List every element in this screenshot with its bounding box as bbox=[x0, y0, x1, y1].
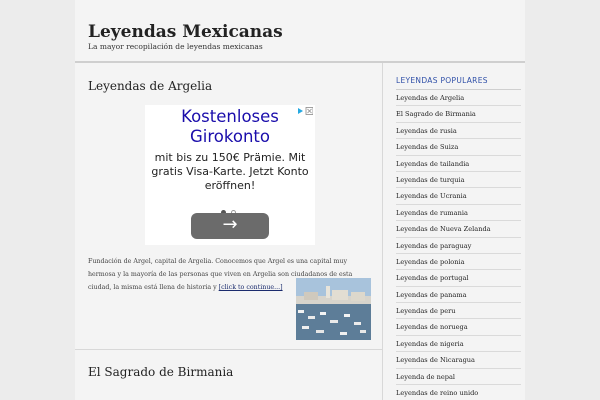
sidebar-item[interactable]: Leyendas de peru bbox=[396, 303, 521, 320]
sidebar-item[interactable]: Leyendas de nigeria bbox=[396, 336, 521, 353]
sidebar-item[interactable]: Leyendas de polonia bbox=[396, 254, 521, 271]
post-title[interactable]: El Sagrado de Birmania bbox=[88, 365, 233, 379]
main-content: Leyendas de Argelia Kostenloses Girokont… bbox=[75, 63, 383, 400]
post-thumbnail-image[interactable] bbox=[296, 278, 371, 340]
post-title[interactable]: Leyendas de Argelia bbox=[88, 79, 212, 93]
site-header: Leyendas Mexicanas La mayor recopilación… bbox=[75, 0, 525, 63]
sidebar-item[interactable]: Leyendas de Nueva Zelanda bbox=[396, 221, 521, 238]
sidebar-item[interactable]: Leyendas de rusia bbox=[396, 123, 521, 140]
ad-arrow-button[interactable]: → bbox=[191, 213, 269, 239]
site-description: La mayor recopilación de leyendas mexica… bbox=[88, 42, 263, 51]
sidebar-item[interactable]: Leyendas de Argelia bbox=[396, 90, 521, 107]
sidebar-item[interactable]: Leyendas de Ucrania bbox=[396, 188, 521, 205]
sidebar-item[interactable]: Leyendas de reino unido bbox=[396, 385, 521, 400]
continue-reading-link[interactable]: [click to continue...] bbox=[219, 284, 283, 291]
popular-posts-list: Leyendas de Argelia El Sagrado de Birman… bbox=[396, 90, 521, 400]
arrow-right-icon: → bbox=[222, 214, 238, 235]
sidebar-item[interactable]: Leyendas de Suiza bbox=[396, 139, 521, 156]
sidebar-item[interactable]: Leyendas de rumania bbox=[396, 205, 521, 222]
sidebar-item[interactable]: Leyendas de noruega bbox=[396, 319, 521, 336]
sidebar-item[interactable]: El Sagrado de Birmania bbox=[396, 106, 521, 123]
sidebar-item[interactable]: Leyendas de Nicaragua bbox=[396, 352, 521, 369]
post-separator bbox=[75, 349, 383, 350]
sidebar: LEYENDAS POPULARES Leyendas de Argelia E… bbox=[384, 63, 525, 400]
sidebar-item[interactable]: Leyendas de paraguay bbox=[396, 238, 521, 254]
ad-headline[interactable]: Kostenloses Girokonto bbox=[145, 107, 315, 147]
ad-body[interactable]: mit bis zu 150€ Prämie. Mit gratis Visa-… bbox=[145, 151, 315, 193]
sidebar-item[interactable]: Leyendas de tailandia bbox=[396, 156, 521, 172]
sidebar-item[interactable]: Leyenda de nepal bbox=[396, 369, 521, 386]
advertisement[interactable]: Kostenloses Girokonto mit bis zu 150€ Pr… bbox=[145, 105, 315, 245]
site-title[interactable]: Leyendas Mexicanas bbox=[88, 22, 283, 42]
sidebar-item[interactable]: Leyendas de turquia bbox=[396, 172, 521, 189]
sidebar-item[interactable]: Leyendas de panama bbox=[396, 287, 521, 304]
sidebar-item[interactable]: Leyendas de portugal bbox=[396, 270, 521, 287]
widget-title: LEYENDAS POPULARES bbox=[396, 76, 488, 85]
